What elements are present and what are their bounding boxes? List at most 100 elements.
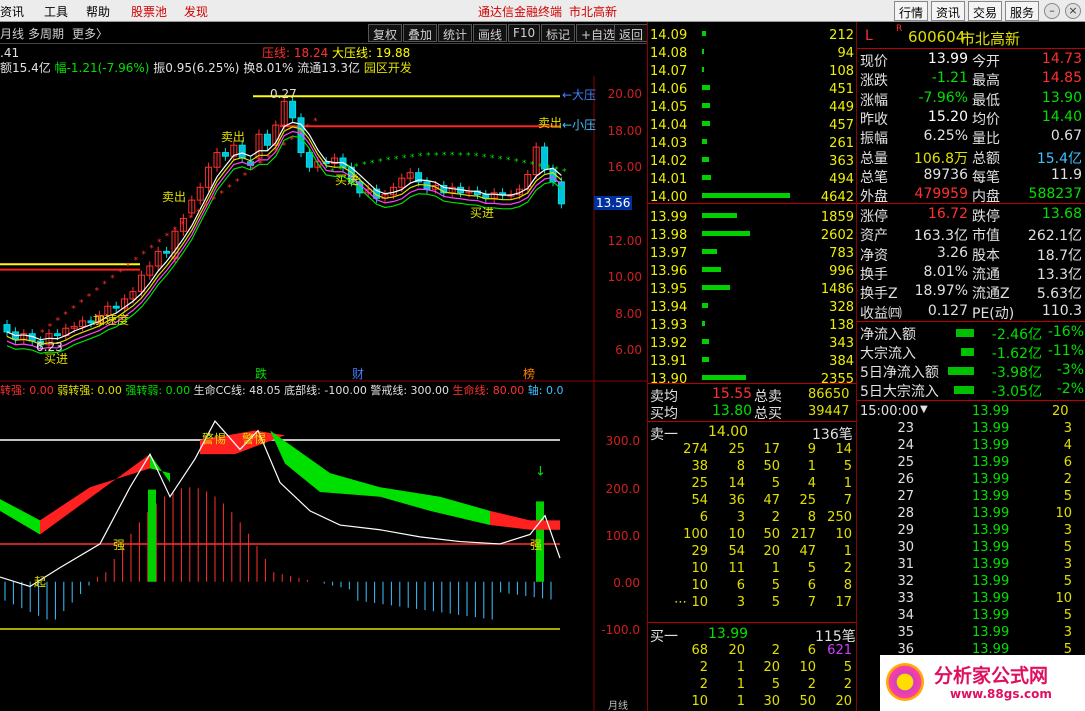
orderbook-row[interactable]: 14.06 451: [648, 80, 856, 98]
stat-label: 最高: [972, 73, 1000, 90]
orderbook-row[interactable]: 13.91 384: [648, 352, 856, 370]
orderbook-row[interactable]: 13.96 996: [648, 262, 856, 280]
tick-volume: 6: [1063, 455, 1072, 470]
flow-label: 净流入额: [860, 327, 916, 343]
trend-marker: *: [490, 154, 495, 164]
level-badge: L: [865, 28, 873, 44]
stat-label: 流通Z: [972, 286, 1010, 303]
price-axis-label: 16.00: [607, 160, 642, 174]
button-trade[interactable]: 交易: [968, 1, 1003, 21]
flow-label: 大宗流入: [860, 346, 916, 362]
stat-value: 14.85: [1041, 70, 1082, 87]
orderbook-row[interactable]: 13.98 2602: [648, 226, 856, 244]
orderbook-row[interactable]: 14.04 457: [648, 116, 856, 134]
tick-time: 24: [897, 438, 914, 453]
queue-cell: 2: [843, 677, 852, 692]
trend-marker: *: [554, 166, 559, 176]
trend-marker: *: [458, 151, 463, 161]
stop-marker: *: [134, 256, 139, 266]
watermark-url: www.88gs.com: [950, 687, 1052, 701]
stat-label: 振幅: [860, 131, 888, 148]
queue-cell: 14: [835, 442, 852, 457]
candle-body: [221, 152, 229, 157]
button-overlay[interactable]: 叠加: [403, 24, 438, 42]
orderbook-row[interactable]: 13.97 783: [648, 244, 856, 262]
stat-label: 收益㈣: [860, 305, 902, 322]
orderbook-row[interactable]: 13.99 1859: [648, 208, 856, 226]
stat-label: 净资: [860, 247, 888, 264]
price-axis-label: 18.00: [607, 124, 642, 138]
stat-value: 110.3: [1041, 302, 1082, 319]
minimize-icon[interactable]: –: [1044, 3, 1060, 19]
button-stats[interactable]: 统计: [438, 24, 473, 42]
button-info[interactable]: 资讯: [931, 1, 966, 21]
orderbook-price: 13.98: [650, 228, 688, 243]
tab-more[interactable]: 更多〉: [72, 25, 108, 42]
flow-label: 5日大宗流入: [860, 384, 939, 400]
orderbook-price: 14.04: [650, 118, 688, 133]
menu-tools[interactable]: 工具: [44, 3, 68, 20]
orderbook-bar: [702, 67, 704, 72]
trend-marker: *: [410, 153, 415, 163]
orderbook-price: 13.91: [650, 354, 688, 369]
button-mark[interactable]: 标记: [541, 24, 576, 42]
orderbook-row[interactable]: 13.95 1486: [648, 280, 856, 298]
tick-head-price: 13.99: [972, 404, 1010, 419]
total-buy-value: 39447: [808, 404, 850, 419]
trend-marker: *: [370, 159, 375, 169]
stat-value: 106.8万: [913, 150, 968, 167]
stock-code: 600604: [908, 28, 966, 46]
orderbook-volume: 343: [829, 336, 854, 351]
orderbook-row[interactable]: 14.02 363: [648, 152, 856, 170]
stat-label: PE(动): [972, 305, 1015, 322]
buy-label: 买进: [335, 173, 360, 187]
menu-discover[interactable]: 发现: [184, 3, 208, 20]
tab-monthly[interactable]: 月线: [0, 25, 24, 42]
app-title: 通达信金融终端: [478, 5, 563, 19]
orderbook-row[interactable]: 14.08 94: [648, 44, 856, 62]
button-back[interactable]: 返回: [614, 24, 649, 42]
menu-stock-pool[interactable]: 股票池: [131, 3, 167, 20]
orderbook-price: 14.01: [650, 172, 688, 187]
orderbook-row[interactable]: 14.05 449: [648, 98, 856, 116]
ind-val: 生命线: 80.00: [452, 384, 525, 397]
stat-label: 涨跌: [860, 73, 888, 90]
price-axis-label: 12.00: [607, 234, 642, 248]
orderbook-row[interactable]: 14.03 261: [648, 134, 856, 152]
stat-label: 总笔: [860, 169, 888, 186]
orderbook-bar: [702, 175, 711, 180]
button-restore-rights[interactable]: 复权: [368, 24, 403, 42]
orderbook-row[interactable]: 14.01 494: [648, 170, 856, 188]
orderbook-row[interactable]: 14.09 212: [648, 26, 856, 44]
trend-marker: *: [514, 158, 519, 168]
tick-volume: 10: [1055, 506, 1072, 521]
queue-cell: 2: [843, 561, 852, 576]
orderbook-volume: 2602: [820, 228, 854, 243]
menu-news[interactable]: 资讯: [0, 3, 24, 20]
trend-marker: *: [418, 152, 423, 162]
orderbook-bar: [702, 321, 705, 326]
stat-label: 昨收: [860, 111, 888, 128]
total-sell-value: 86650: [808, 387, 850, 402]
trend-marker: *: [362, 161, 367, 171]
trend-marker: *: [394, 155, 399, 165]
event-cai: 财: [352, 367, 365, 381]
menu-help[interactable]: 帮助: [86, 3, 110, 20]
orderbook-row[interactable]: 14.07 108: [648, 62, 856, 80]
stat-value: 14.73: [1041, 51, 1082, 67]
stat-value: 11.9: [1050, 166, 1082, 183]
button-f10[interactable]: F10: [508, 24, 541, 42]
tab-multi-period[interactable]: 多周期: [28, 25, 64, 42]
orderbook-bar: [702, 285, 730, 290]
button-draw[interactable]: 画线: [473, 24, 508, 42]
orderbook-row[interactable]: 13.92 343: [648, 334, 856, 352]
close-icon[interactable]: ×: [1065, 3, 1081, 19]
queue-cell: 250: [827, 510, 852, 525]
orderbook-row[interactable]: 13.93 138: [648, 316, 856, 334]
tick-marker-icon[interactable]: ▼: [920, 404, 928, 415]
info-line-2: .41: [0, 46, 20, 60]
orderbook-row[interactable]: 13.94 328: [648, 298, 856, 316]
button-quote[interactable]: 行情: [894, 1, 929, 21]
tick-volume: 3: [1063, 557, 1072, 572]
button-service[interactable]: 服务: [1005, 1, 1040, 21]
